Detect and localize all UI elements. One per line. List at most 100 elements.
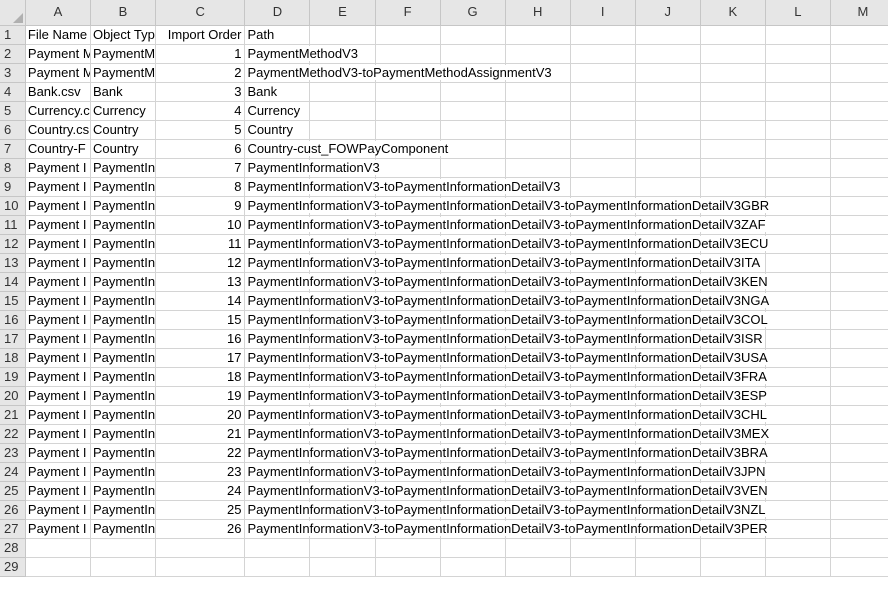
cell-e[interactable] — [309, 82, 376, 102]
cell-a[interactable]: Country-F — [25, 139, 91, 159]
cell-l[interactable] — [765, 519, 831, 539]
cell-g[interactable] — [440, 557, 506, 577]
cell-f[interactable] — [375, 120, 441, 140]
cell-a[interactable]: Payment I — [25, 158, 91, 178]
cell-k[interactable] — [700, 557, 766, 577]
column-header-d[interactable]: D — [244, 0, 311, 26]
row-header[interactable]: 11 — [0, 215, 26, 235]
cell-m[interactable] — [830, 386, 888, 406]
cell-a[interactable]: Payment I — [25, 424, 91, 444]
cell-m[interactable] — [830, 481, 888, 501]
row-header[interactable]: 18 — [0, 348, 26, 368]
cell-l[interactable] — [765, 82, 831, 102]
cell-l[interactable] — [765, 310, 831, 330]
cell-a[interactable] — [25, 538, 91, 558]
cell-i[interactable] — [570, 557, 636, 577]
cell-l[interactable] — [765, 25, 831, 45]
row-header[interactable]: 6 — [0, 120, 26, 140]
cell-d[interactable]: PaymentInformationV3-toPaymentInformatio… — [244, 272, 769, 292]
cell-l[interactable] — [765, 367, 831, 387]
cell-d[interactable]: Bank — [244, 82, 311, 102]
cell-c[interactable] — [155, 557, 246, 577]
cell-l[interactable] — [765, 120, 831, 140]
row-header[interactable]: 26 — [0, 500, 26, 520]
cell-b[interactable]: Country — [90, 120, 157, 140]
cell-i[interactable] — [570, 63, 636, 83]
cell-d[interactable]: PaymentInformationV3-toPaymentInformatio… — [244, 215, 767, 235]
row-header[interactable]: 20 — [0, 386, 26, 406]
row-header[interactable]: 28 — [0, 538, 26, 558]
cell-d[interactable]: Currency — [244, 101, 311, 121]
cell-d[interactable]: PaymentInformationV3-toPaymentInformatio… — [244, 500, 767, 520]
cell-d[interactable]: PaymentInformationV3-toPaymentInformatio… — [244, 519, 769, 539]
cell-k[interactable] — [700, 25, 766, 45]
cell-l[interactable] — [765, 44, 831, 64]
cell-c[interactable]: 20 — [155, 405, 246, 425]
cell-d[interactable]: PaymentInformationV3-toPaymentInformatio… — [244, 367, 768, 387]
cell-m[interactable] — [830, 519, 888, 539]
cell-a[interactable]: Payment I — [25, 367, 91, 387]
cell-l[interactable] — [765, 196, 831, 216]
cell-a[interactable]: Payment I — [25, 310, 91, 330]
cell-a[interactable]: Payment I — [25, 291, 91, 311]
cell-l[interactable] — [765, 158, 831, 178]
cell-a[interactable]: Payment I — [25, 462, 91, 482]
cell-b[interactable]: PaymentIn — [90, 481, 157, 501]
cell-m[interactable] — [830, 500, 888, 520]
cell-a[interactable]: Payment I — [25, 443, 91, 463]
cell-i[interactable] — [570, 25, 636, 45]
cell-i[interactable] — [570, 538, 636, 558]
cell-j[interactable] — [635, 158, 701, 178]
row-header[interactable]: 24 — [0, 462, 26, 482]
cell-g[interactable] — [440, 538, 506, 558]
cell-g[interactable] — [440, 158, 506, 178]
cell-a[interactable]: Payment I — [25, 519, 91, 539]
cell-c[interactable]: 19 — [155, 386, 246, 406]
cell-b[interactable]: PaymentIn — [90, 310, 157, 330]
cell-m[interactable] — [830, 462, 888, 482]
cell-l[interactable] — [765, 386, 831, 406]
row-header[interactable]: 9 — [0, 177, 26, 197]
column-header-b[interactable]: B — [90, 0, 157, 26]
cell-h[interactable] — [505, 101, 571, 121]
column-header-k[interactable]: K — [700, 0, 766, 26]
cell-k[interactable] — [700, 63, 766, 83]
cell-l[interactable] — [765, 481, 831, 501]
row-header[interactable]: 14 — [0, 272, 26, 292]
cell-k[interactable] — [700, 82, 766, 102]
cell-f[interactable] — [375, 557, 441, 577]
cell-h[interactable] — [505, 557, 571, 577]
cell-b[interactable]: PaymentIn — [90, 386, 157, 406]
cell-k[interactable] — [700, 158, 766, 178]
cell-b[interactable]: PaymentIn — [90, 443, 157, 463]
cell-b[interactable]: PaymentIn — [90, 500, 157, 520]
cell-d[interactable]: PaymentInformationV3-toPaymentInformatio… — [244, 405, 768, 425]
column-header-a[interactable]: A — [25, 0, 91, 26]
cell-m[interactable] — [830, 177, 888, 197]
cell-m[interactable] — [830, 234, 888, 254]
cell-h[interactable] — [505, 25, 571, 45]
cell-c[interactable]: 13 — [155, 272, 246, 292]
cell-j[interactable] — [635, 557, 701, 577]
cell-j[interactable] — [635, 25, 701, 45]
cell-d[interactable]: PaymentInformationV3-toPaymentInformatio… — [244, 291, 771, 311]
cell-b[interactable]: PaymentIn — [90, 348, 157, 368]
row-header[interactable]: 13 — [0, 253, 26, 273]
cell-l[interactable] — [765, 424, 831, 444]
cell-c[interactable]: 2 — [155, 63, 246, 83]
cell-d[interactable]: PaymentInformationV3-toPaymentInformatio… — [244, 481, 769, 501]
cell-a[interactable]: Payment I — [25, 348, 91, 368]
cell-c[interactable] — [155, 538, 246, 558]
row-header[interactable]: 15 — [0, 291, 26, 311]
cell-g[interactable] — [440, 44, 506, 64]
cell-d[interactable]: PaymentMethodV3-toPaymentMethodAssignmen… — [244, 63, 553, 83]
cell-d[interactable]: PaymentMethodV3 — [244, 44, 360, 64]
cell-d[interactable]: PaymentInformationV3-toPaymentInformatio… — [244, 329, 764, 349]
cell-b[interactable]: PaymentIn — [90, 291, 157, 311]
cell-k[interactable] — [700, 139, 766, 159]
cell-f[interactable] — [375, 44, 441, 64]
cell-m[interactable] — [830, 557, 888, 577]
cell-b[interactable]: PaymentMe — [90, 63, 157, 83]
cell-g[interactable] — [440, 139, 506, 159]
cell-m[interactable] — [830, 82, 888, 102]
